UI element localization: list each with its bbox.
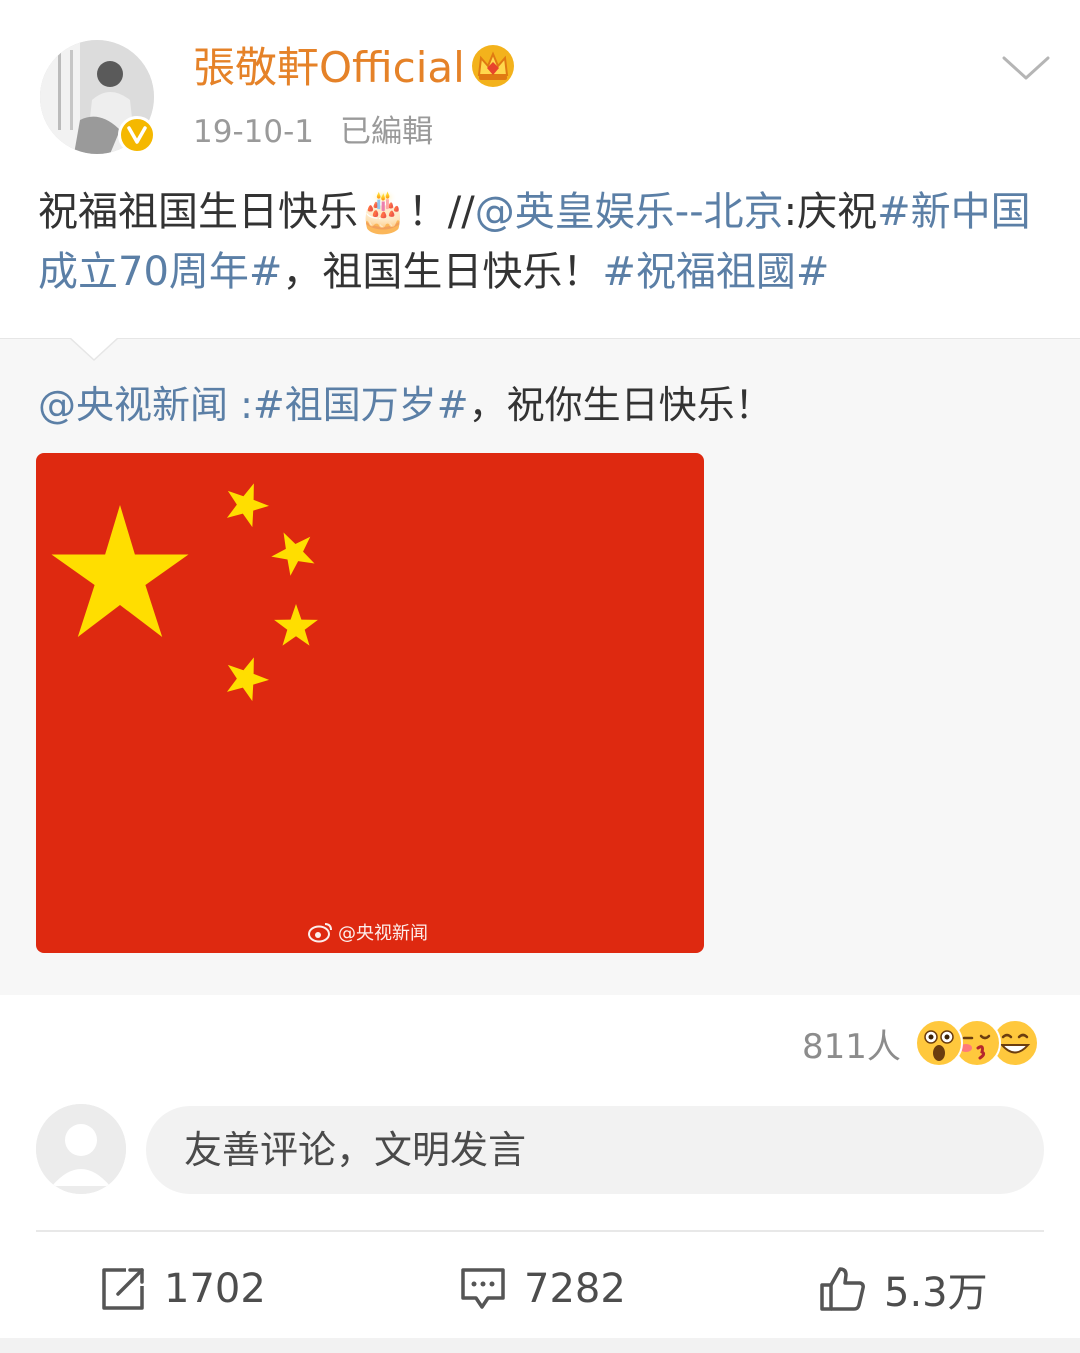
small-star [226, 483, 270, 528]
chevron-down-icon[interactable] [1000, 50, 1052, 86]
repost-pointer [70, 338, 118, 362]
watermark-text: @央视新闻 [338, 923, 428, 944]
like-button[interactable]: 5.3万 [818, 1254, 988, 1324]
repost-icon [102, 1268, 144, 1310]
author-name[interactable]: 張敬軒Official [193, 40, 465, 96]
thumbs-up-icon [820, 1267, 865, 1311]
reposted-content[interactable]: @央视新闻 :#祖国万岁#，祝你生日快乐！ @央视新闻 [0, 338, 1080, 995]
reaction-count: 811人 [802, 1027, 901, 1067]
weibo-logo-icon [308, 923, 332, 943]
user-avatar-icon[interactable] [36, 1104, 126, 1194]
post-text-intro: 祝福祖国生日快乐 [38, 189, 358, 235]
hashtag-link[interactable]: #祖国万岁# [253, 383, 469, 427]
mention-link[interactable]: @央视新闻 [38, 383, 228, 427]
verified-badge-icon [118, 116, 156, 154]
mention-link[interactable]: @英皇娱乐--北京 [475, 189, 784, 235]
large-star [51, 505, 189, 637]
small-star [226, 657, 270, 702]
comment-input[interactable]: 友善评论，文明发言 [146, 1106, 1044, 1194]
action-bar: 1702 7282 5.3万 [0, 1244, 1080, 1334]
hashtag-link[interactable]: #祝福祖國# [602, 249, 829, 295]
china-flag-image[interactable]: @央视新闻 [36, 453, 704, 953]
reactions-bar[interactable]: 811人 [0, 1012, 1080, 1082]
post-date: 19-10-1 [193, 114, 314, 150]
surprised-emoji-icon [915, 1019, 963, 1067]
post-text-after: ，祖国生日快乐！ [282, 249, 603, 295]
small-star [274, 604, 318, 646]
comment-row: 友善评论，文明发言 [0, 1104, 1080, 1196]
post-header: 張敬軒Official 19-10-1 已編輯 [0, 0, 1080, 160]
post-text-mid: :庆祝 [783, 189, 878, 235]
post-text: 祝福祖国生日快乐🎂！//@英皇娱乐--北京:庆祝#新中国成立70周年#，祖国生日… [38, 182, 1048, 302]
repost-button[interactable]: 1702 [100, 1254, 266, 1324]
repost-count: 1702 [164, 1266, 266, 1312]
edited-label: 已編輯 [340, 114, 433, 150]
repost-message: ，祝你生日快乐！ [468, 383, 773, 427]
repost-text: @央视新闻 :#祖国万岁#，祝你生日快乐！ [38, 377, 773, 433]
comment-button[interactable]: 7282 [460, 1254, 626, 1324]
small-star [271, 532, 315, 576]
post-meta: 19-10-1 已編輯 [193, 110, 433, 154]
post-text-excl: ！// [407, 189, 475, 235]
cake-emoji-icon: 🎂 [358, 189, 408, 235]
image-watermark: @央视新闻 [308, 919, 428, 945]
comment-count: 7282 [524, 1266, 626, 1312]
like-count: 5.3万 [884, 1270, 988, 1316]
comment-icon [461, 1268, 505, 1309]
repost-sep: : [228, 383, 253, 427]
crown-icon [472, 45, 514, 87]
divider [36, 1230, 1044, 1232]
bottom-strip [0, 1338, 1080, 1353]
